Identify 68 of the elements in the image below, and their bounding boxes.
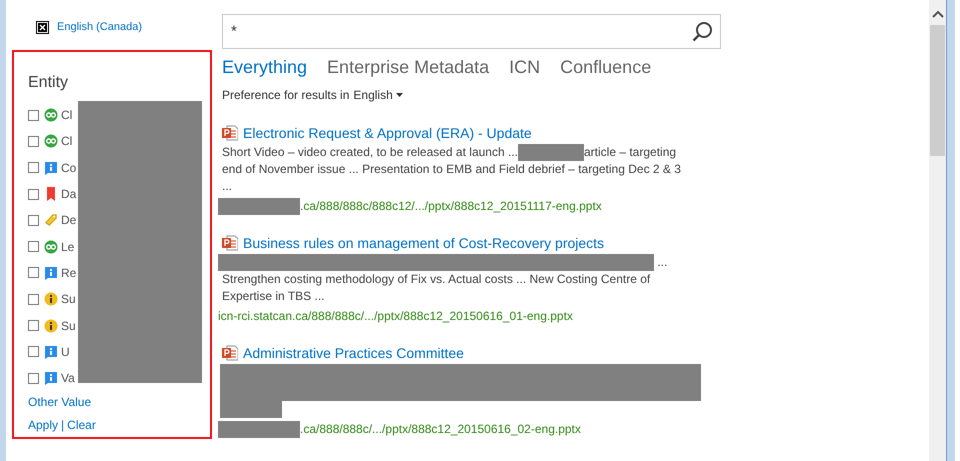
checkbox[interactable]	[28, 267, 39, 278]
language-dropdown[interactable]: English	[353, 88, 403, 102]
caret-icon	[396, 93, 403, 97]
result-snippet: ...	[656, 255, 668, 269]
vertical-tab[interactable]: Enterprise Metadata	[327, 57, 490, 78]
scrollbar-thumb[interactable]	[930, 25, 945, 156]
scroll-up-icon	[932, 10, 944, 19]
result-snippet: end of November issue ... Presentation to EMB and Field debrief – targeting Dec 2 & 3	[222, 162, 681, 176]
info-icon	[44, 266, 58, 280]
presentation-file-icon	[222, 125, 238, 141]
result-url[interactable]: .ca/888/888c/888c12/.../pptx/888c12_20151117-eng.pptx	[300, 199, 602, 213]
refiner-option[interactable]: Le	[61, 240, 74, 254]
result-snippet: Strengthen costing methodology of Fix vs. Actual costs ... New Costing Centre of	[222, 272, 650, 286]
refiner-option[interactable]: Co	[61, 160, 76, 175]
vertical-tab[interactable]: Everything	[222, 57, 308, 78]
checkbox[interactable]	[28, 188, 39, 200]
refiner-option[interactable]: Cl	[61, 108, 72, 122]
checkbox[interactable]	[28, 294, 39, 305]
vertical-tab[interactable]: Confluence	[560, 57, 652, 78]
preference-label: Preference for results in	[222, 88, 350, 102]
result-url[interactable]: icn-rci.statcan.ca/888/888c/.../pptx/888c12_20150616_01-eng.pptx	[218, 309, 573, 323]
checkbox[interactable]	[28, 110, 39, 121]
clear-link[interactable]: Clear	[67, 418, 96, 432]
info-icon	[44, 371, 58, 386]
info-icon	[44, 318, 58, 333]
link-icon	[44, 240, 58, 254]
checkbox[interactable]	[28, 320, 39, 332]
checkbox[interactable]	[28, 372, 39, 384]
refiner-option[interactable]: Cl	[61, 134, 72, 148]
tag-icon	[44, 212, 58, 228]
checkbox[interactable]	[28, 214, 39, 226]
result-snippet: Short Video – video created, to be released at launch ...	[222, 145, 518, 159]
result-url[interactable]: .ca/888/888c/.../pptx/888c12_20150616_02-eng.pptx	[300, 422, 581, 436]
refiner-option[interactable]: Su	[61, 292, 76, 306]
presentation-file-icon	[222, 345, 238, 361]
other-value-link[interactable]: Other Value	[28, 395, 92, 410]
info-icon	[44, 344, 58, 359]
refiner-option[interactable]: De	[61, 213, 76, 228]
checkbox[interactable]	[28, 162, 39, 174]
result-title[interactable]: Administrative Practices Committee	[243, 345, 464, 361]
link-icon	[44, 108, 58, 122]
refiner-option[interactable]: Da	[61, 187, 76, 202]
refiner-option[interactable]: U	[61, 344, 70, 359]
result-snippet: article – targeting	[584, 145, 676, 159]
result-title[interactable]: Electronic Request & Approval (ERA) - Update	[243, 125, 532, 141]
refiner-option[interactable]: Su	[61, 318, 76, 333]
link-icon	[44, 134, 58, 148]
checkbox[interactable]	[28, 241, 39, 252]
language-link[interactable]: English (Canada)	[57, 21, 142, 33]
redaction-block	[518, 144, 584, 161]
bookmark-icon	[44, 187, 58, 202]
search-field[interactable]: *	[222, 14, 721, 49]
checkbox[interactable]	[28, 346, 39, 358]
separator: |	[61, 418, 64, 432]
refiner-title: Entity	[28, 74, 70, 92]
result-snippet: ...	[222, 179, 232, 193]
apply-link[interactable]: Apply	[28, 418, 58, 432]
presentation-file-icon	[222, 235, 238, 251]
refiner-option[interactable]: Re	[61, 266, 76, 280]
info-icon	[44, 160, 58, 175]
info-icon	[44, 292, 58, 306]
refiner-option[interactable]: Va	[61, 371, 75, 386]
broken-image-icon	[36, 20, 49, 34]
result-snippet: Expertise in TBS ...	[222, 289, 324, 303]
result-title[interactable]: Business rules on management of Cost-Recovery projects	[243, 235, 604, 251]
checkbox[interactable]	[28, 136, 39, 147]
vertical-tab[interactable]: ICN	[509, 57, 540, 78]
search-icon	[692, 21, 713, 42]
